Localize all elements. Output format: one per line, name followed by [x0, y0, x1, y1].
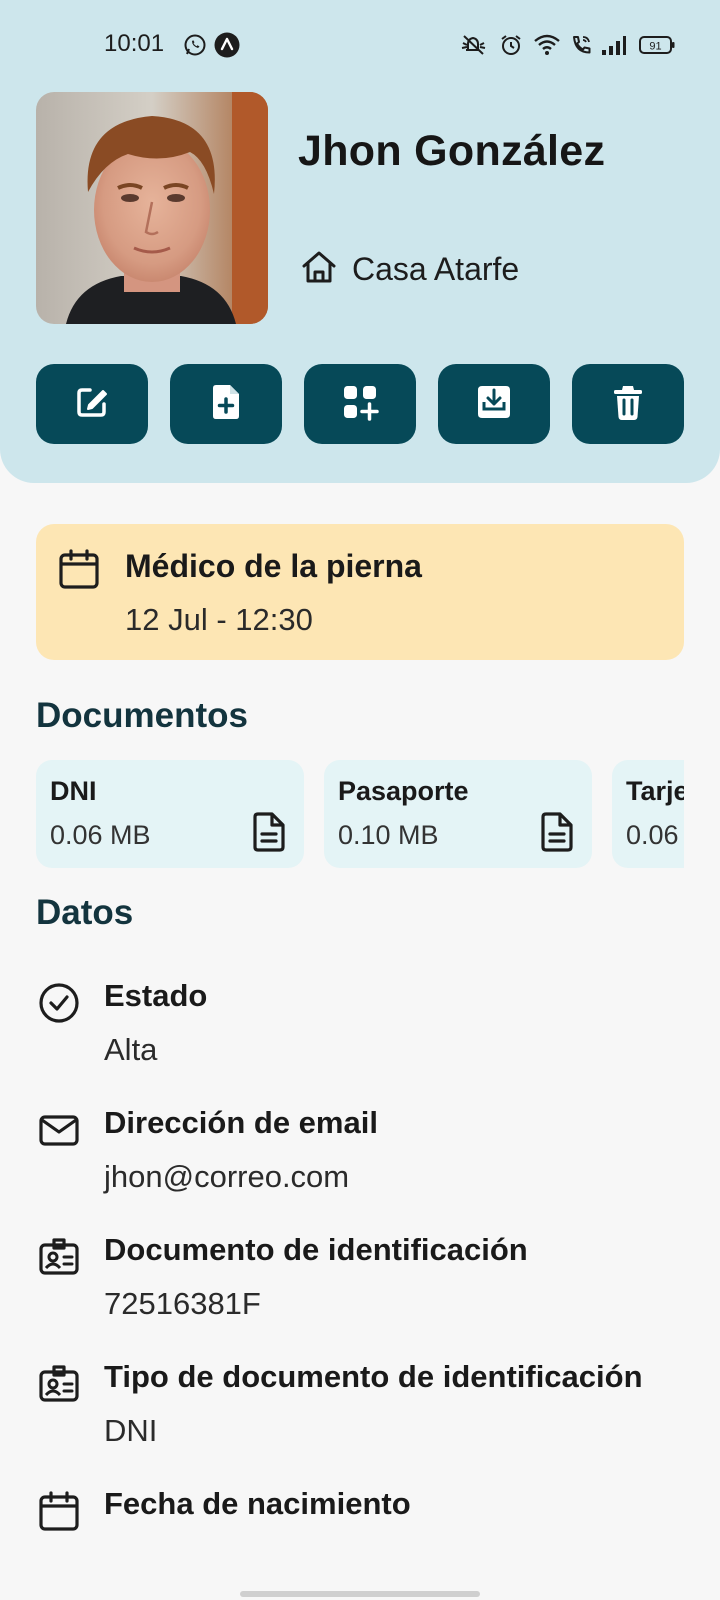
appointment-title: Médico de la pierna — [125, 548, 422, 584]
edit-icon — [72, 382, 112, 427]
field-id-document: Documento de identificación 72516381F — [36, 1232, 696, 1322]
field-label: Fecha de nacimiento — [104, 1486, 411, 1521]
field-value: Alta — [104, 1032, 158, 1067]
field-label: Documento de identificación — [104, 1232, 528, 1267]
home-icon — [300, 248, 338, 291]
add-widget-icon — [340, 382, 380, 427]
home-indicator[interactable] — [240, 1591, 480, 1597]
status-time: 10:01 — [104, 30, 165, 57]
document-card[interactable]: Tarje 0.06 — [612, 760, 684, 868]
appointment-card[interactable]: Médico de la pierna 12 Jul - 12:30 — [36, 524, 684, 660]
signal-icon — [600, 32, 628, 58]
document-size: 0.10 MB — [338, 820, 439, 850]
id-card-icon — [38, 1363, 80, 1410]
field-estado: Estado Alta — [36, 978, 696, 1068]
document-name: Pasaporte — [338, 776, 469, 806]
field-label: Estado — [104, 978, 208, 1013]
action-bar — [36, 364, 684, 444]
download-button[interactable] — [438, 364, 550, 444]
document-name: DNI — [50, 776, 97, 806]
document-size: 0.06 MB — [50, 820, 151, 850]
profile-header: 10:01 91 Jhon González Casa Atarfe — [0, 0, 720, 483]
whatsapp-icon — [182, 32, 208, 58]
check-circle-icon — [38, 982, 80, 1029]
app-notification-icon — [214, 32, 240, 58]
calendar-icon — [38, 1490, 80, 1537]
wifi-calling-icon — [568, 32, 594, 58]
mute-icon — [458, 32, 490, 58]
delete-button[interactable] — [572, 364, 684, 444]
field-email: Dirección de email jhon@correo.com — [36, 1105, 696, 1195]
add-file-icon — [208, 382, 244, 427]
field-value: 72516381F — [104, 1286, 261, 1321]
document-name: Tarje — [626, 776, 684, 806]
field-value: jhon@correo.com — [104, 1159, 350, 1194]
document-size: 0.06 — [626, 820, 679, 850]
status-bar: 10:01 91 — [0, 0, 720, 90]
mail-icon — [38, 1109, 80, 1156]
edit-button[interactable] — [36, 364, 148, 444]
profile-location: Casa Atarfe — [300, 248, 519, 291]
alarm-icon — [498, 32, 524, 58]
documents-section-title: Documentos — [36, 696, 248, 735]
field-id-document-type: Tipo de documento de identificación DNI — [36, 1359, 696, 1449]
document-icon — [252, 812, 286, 857]
add-file-button[interactable] — [170, 364, 282, 444]
field-label: Tipo de documento de identificación — [104, 1359, 643, 1394]
avatar[interactable] — [36, 92, 268, 324]
id-card-icon — [38, 1236, 80, 1283]
download-icon — [474, 382, 514, 427]
add-widget-button[interactable] — [304, 364, 416, 444]
trash-icon — [610, 382, 646, 427]
field-label: Dirección de email — [104, 1105, 378, 1140]
document-card[interactable]: Pasaporte 0.10 MB — [324, 760, 592, 868]
battery-icon: 91 — [638, 32, 676, 58]
field-birth-date: Fecha de nacimiento — [36, 1486, 696, 1546]
documents-list[interactable]: DNI 0.06 MB Pasaporte 0.10 MB Tarje 0.06 — [36, 760, 684, 868]
document-icon — [540, 812, 574, 857]
field-value: DNI — [104, 1413, 158, 1448]
datos-section-title: Datos — [36, 893, 134, 932]
battery-level: 91 — [649, 41, 661, 53]
profile-name: Jhon González — [298, 127, 606, 175]
appointment-datetime: 12 Jul - 12:30 — [125, 602, 313, 637]
document-card[interactable]: DNI 0.06 MB — [36, 760, 304, 868]
wifi-icon — [532, 32, 562, 58]
location-label: Casa Atarfe — [352, 251, 520, 287]
calendar-icon — [58, 548, 100, 595]
